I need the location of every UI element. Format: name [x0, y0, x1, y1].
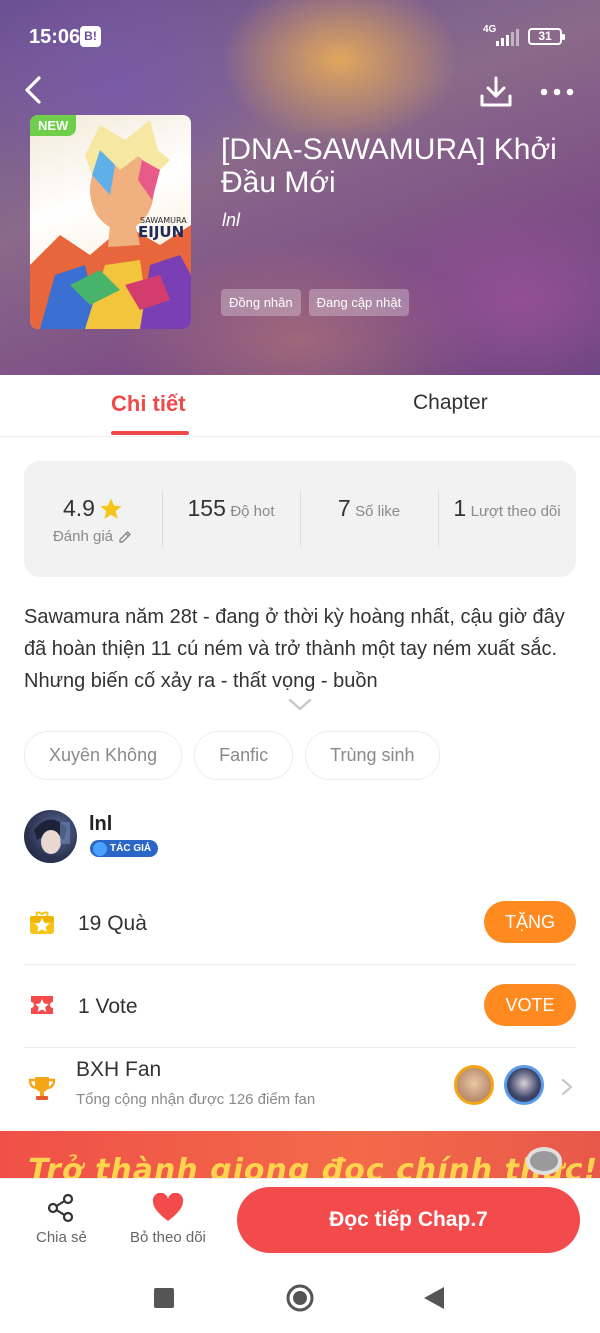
back-nav-icon[interactable] — [424, 1287, 444, 1309]
fan-avatar-2[interactable] — [504, 1065, 544, 1105]
genre-tags: Xuyên Không Fanfic Trùng sinh — [24, 731, 440, 780]
stats-card: 4.9 Đánh giá 155 Độ hot 7 Số like 1 Lượt… — [24, 461, 576, 577]
stat-rating[interactable]: 4.9 Đánh giá — [24, 461, 162, 577]
active-tab-indicator — [111, 431, 189, 435]
new-badge: NEW — [30, 115, 77, 136]
system-nav-bar — [0, 1262, 600, 1333]
unfollow-button[interactable]: Bỏ theo dõi — [130, 1193, 206, 1246]
back-icon[interactable] — [18, 74, 50, 106]
tab-detail[interactable]: Chi tiết — [111, 391, 186, 417]
hero-header: 15:06 B! 4G 31 NEW SAWAMURA EIJUN [DNA-S… — [0, 0, 600, 375]
vote-button[interactable]: VOTE — [484, 984, 576, 1026]
followers-value: 1 — [453, 495, 467, 521]
chevron-right-icon[interactable] — [561, 1078, 573, 1096]
author-card[interactable]: lnl TÁC GIẢ — [24, 810, 576, 864]
top-actions — [0, 72, 600, 112]
notification-icon: B! — [80, 26, 101, 47]
genre-tag[interactable]: Xuyên Không — [24, 731, 183, 780]
book-cover[interactable]: NEW SAWAMURA EIJUN — [30, 115, 191, 329]
status-time: 15:06 — [29, 26, 81, 48]
fan-ranking-row[interactable]: BXH Fan Tổng cộng nhận được 126 điểm fan — [24, 1048, 576, 1131]
share-icon — [48, 1193, 74, 1223]
more-options-icon[interactable] — [538, 80, 578, 104]
promo-banner-text: Trở thành giọng đọc chính thức! — [28, 1153, 599, 1178]
avatar[interactable] — [24, 810, 77, 863]
rating-value: 4.9 — [63, 495, 95, 521]
vote-row: 1 Vote VOTE — [24, 965, 576, 1048]
book-description: Sawamura năm 28t - đang ở thời kỳ hoàng … — [24, 606, 565, 692]
book-title: [DNA-SAWAMURA] Khởi Đầu Mới — [221, 133, 557, 199]
hero-tags: Đồng nhân Đang cập nhật — [221, 289, 410, 316]
tab-bar: Chi tiết Chapter — [0, 375, 600, 437]
author-name[interactable]: lnl — [89, 813, 112, 836]
stat-hot: 155 Độ hot — [162, 461, 300, 577]
hot-label: Độ hot — [230, 503, 275, 520]
gift-count: 19 Quà — [78, 912, 147, 935]
genre-tag[interactable]: Trùng sinh — [305, 731, 440, 780]
hero-tag-status: Đang cập nhật — [308, 289, 410, 316]
author-badge: TÁC GIẢ — [90, 840, 159, 857]
cover-text-main: EIJUN — [138, 223, 184, 241]
genre-tag[interactable]: Fanfic — [194, 731, 294, 780]
star-icon — [100, 498, 122, 519]
trophy-icon — [28, 1077, 56, 1100]
gift-icon — [30, 911, 54, 934]
continue-reading-button[interactable]: Đọc tiếp Chap.7 — [237, 1187, 580, 1253]
followers-label: Lượt theo dõi — [470, 503, 561, 520]
share-button[interactable]: Chia sẻ — [36, 1193, 87, 1246]
unfollow-label: Bỏ theo dõi — [130, 1229, 206, 1246]
network-type: 4G — [483, 24, 497, 35]
stat-followers: 1 Lượt theo dõi — [438, 461, 576, 577]
hero-tag-category[interactable]: Đồng nhân — [221, 289, 301, 316]
promo-banner[interactable]: Trở thành giọng đọc chính thức! — [0, 1131, 600, 1178]
vote-count: 1 Vote — [78, 995, 138, 1018]
vote-ticket-icon — [31, 996, 53, 1014]
share-label: Chia sẻ — [36, 1229, 87, 1246]
edit-icon[interactable] — [117, 529, 133, 545]
book-author[interactable]: lnl — [222, 210, 240, 231]
heart-icon — [152, 1193, 184, 1221]
cover-artwork: SAWAMURA EIJUN — [30, 120, 191, 329]
battery-icon: 31 — [528, 28, 565, 45]
rating-label: Đánh giá — [52, 528, 114, 545]
bottom-action-bar: Chia sẻ Bỏ theo dõi Đọc tiếp Chap.7 — [0, 1178, 600, 1262]
fan-ranking-subtitle: Tổng cộng nhận được 126 điểm fan — [76, 1091, 316, 1108]
status-bar: 15:06 B! 4G 31 — [0, 0, 600, 72]
download-icon[interactable] — [478, 74, 514, 110]
fan-avatar-1[interactable] — [454, 1065, 494, 1105]
stat-likes: 7 Số like — [300, 461, 438, 577]
likes-value: 7 — [337, 495, 351, 521]
tab-chapter[interactable]: Chapter — [413, 391, 488, 415]
signal-icon — [496, 29, 519, 46]
likes-label: Số like — [355, 503, 401, 520]
microphone-icon — [526, 1147, 562, 1175]
chevron-down-icon[interactable] — [288, 698, 312, 712]
fan-ranking-title: BXH Fan — [76, 1058, 162, 1081]
home-icon[interactable] — [286, 1284, 314, 1312]
gift-button[interactable]: TẶNG — [484, 901, 576, 943]
recent-apps-icon[interactable] — [154, 1288, 174, 1308]
hot-value: 155 — [187, 495, 226, 521]
gift-row: 19 Quà TẶNG — [24, 882, 576, 965]
